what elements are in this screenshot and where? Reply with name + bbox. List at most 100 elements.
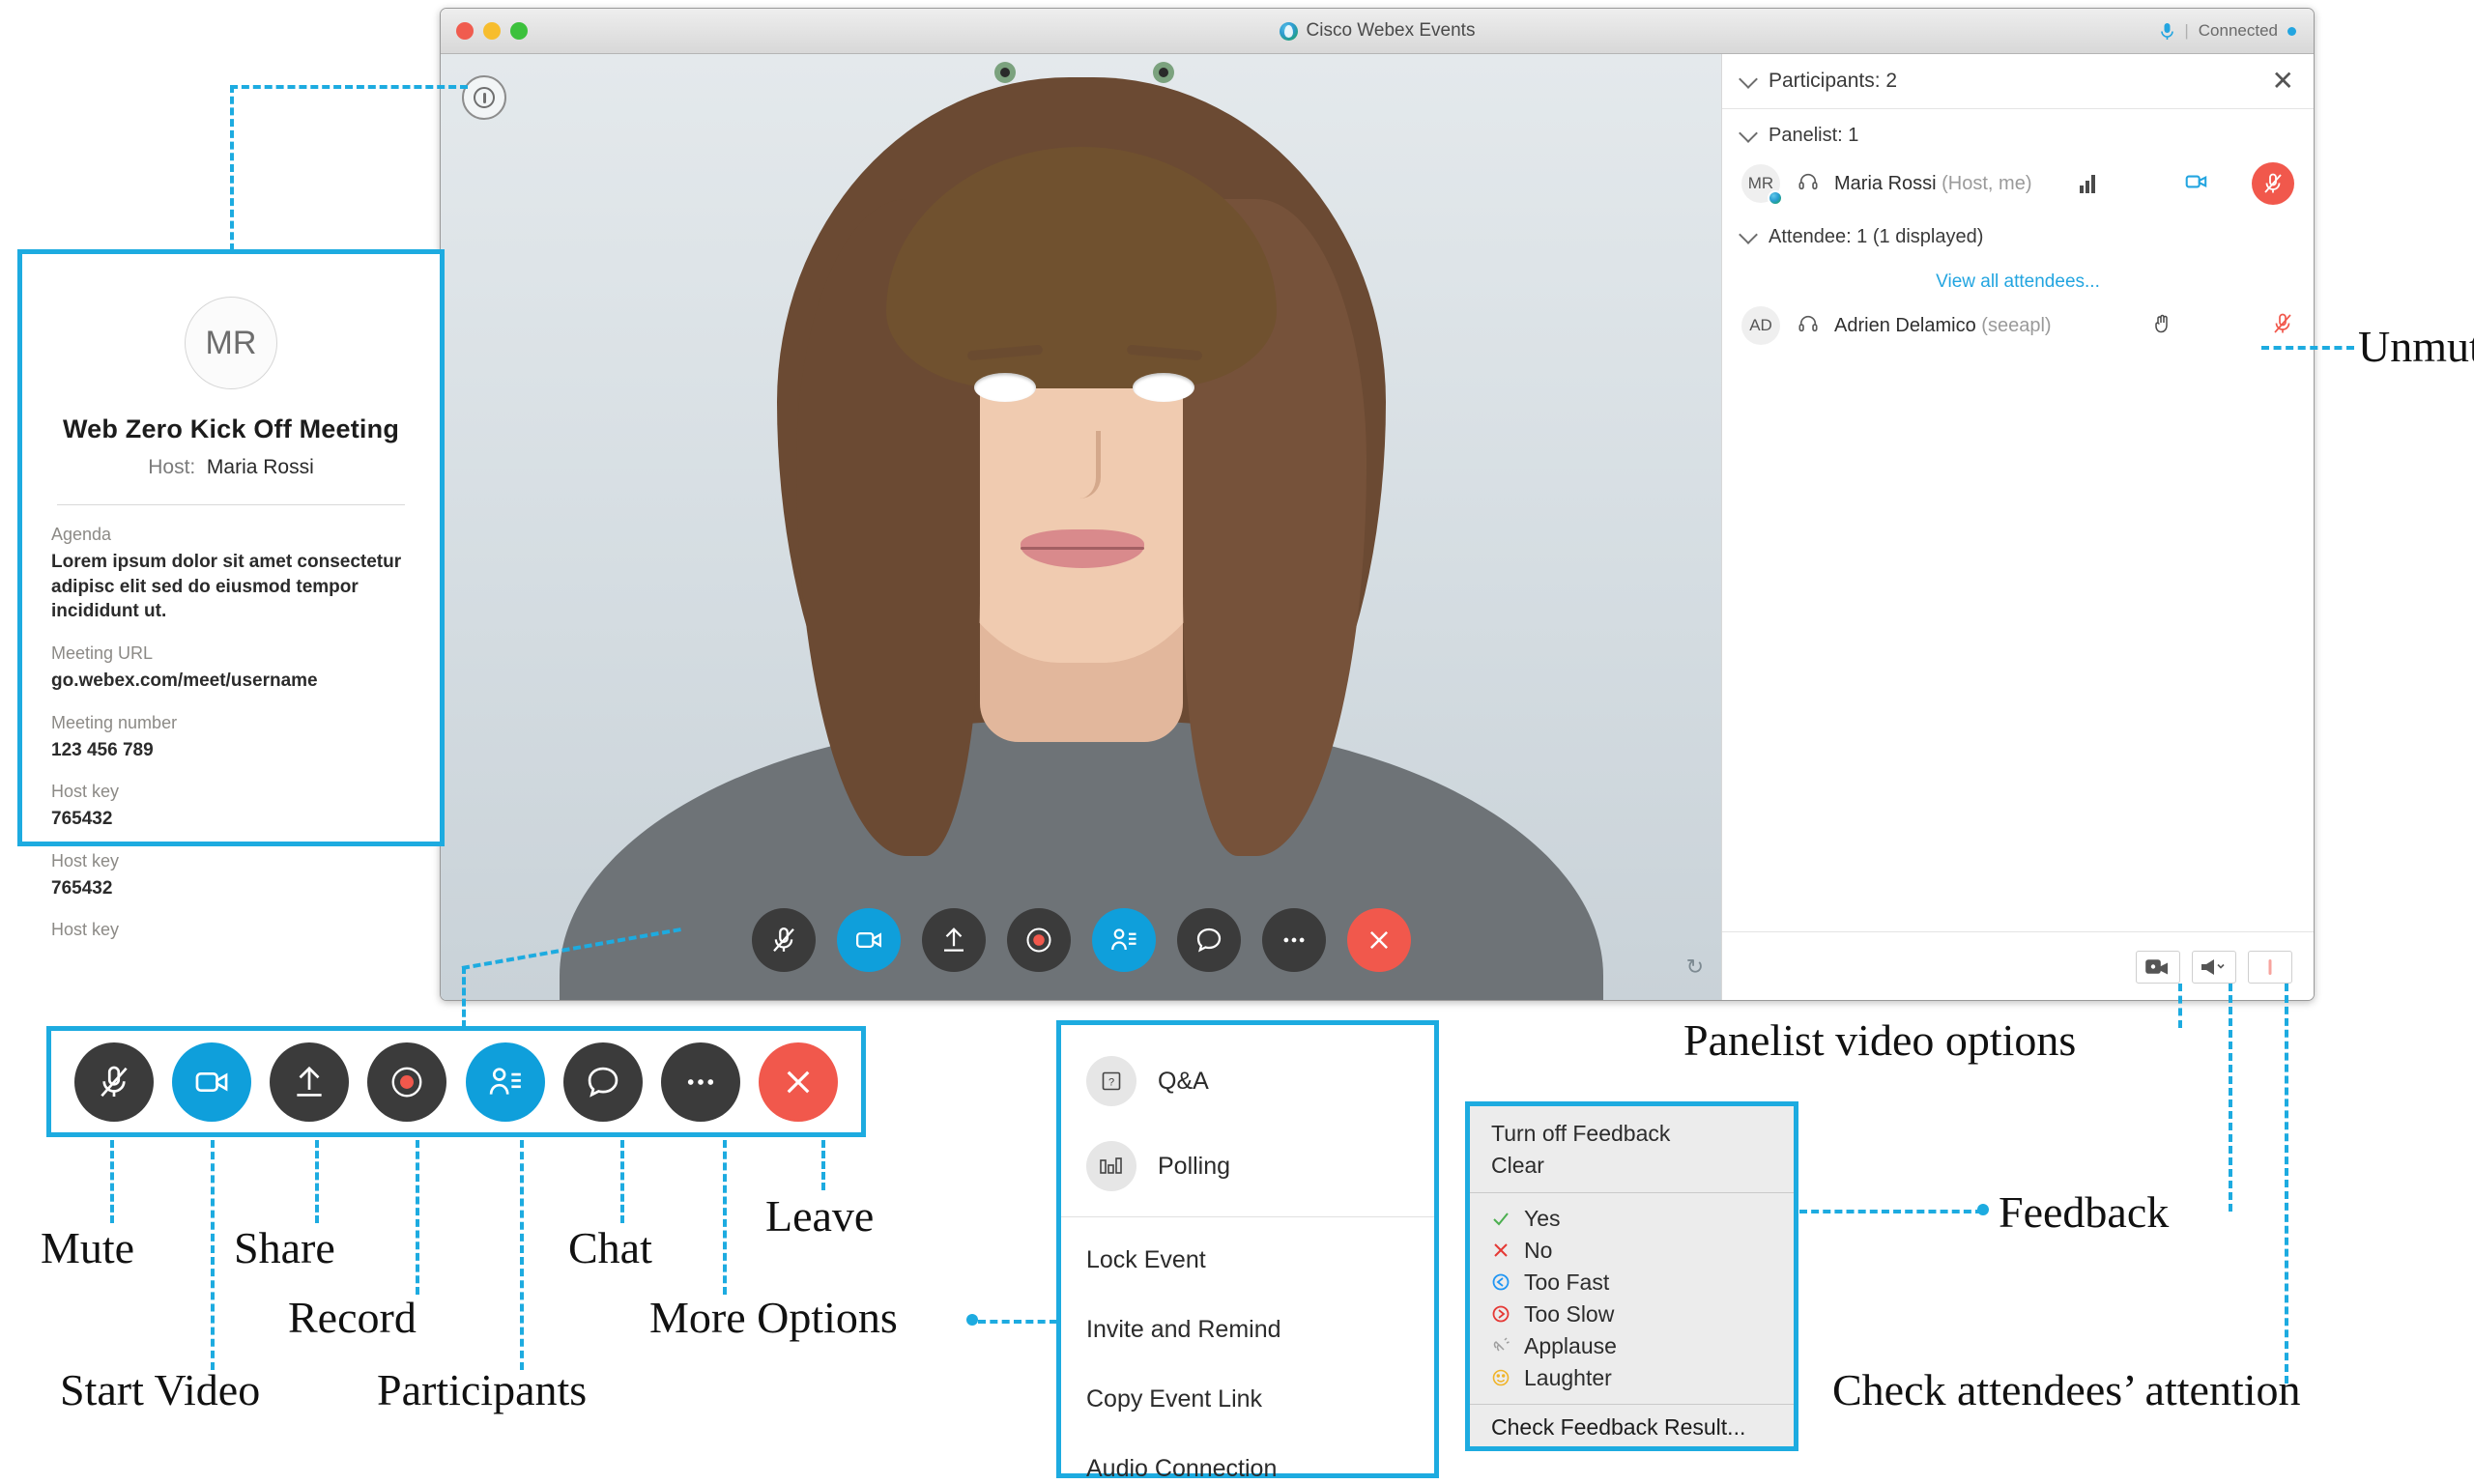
feedback-option-no[interactable]: No (1470, 1235, 1794, 1267)
chevron-down-icon[interactable] (1739, 69, 1758, 89)
participants-button-callout[interactable] (465, 1042, 545, 1122)
leader-chat (620, 1140, 624, 1223)
agenda-label: Agenda (51, 525, 112, 544)
menu-item-qa[interactable]: ? Q&A (1061, 1039, 1434, 1124)
leader-line-unmute (2261, 346, 2354, 350)
mute-button[interactable] (751, 908, 816, 972)
info-circle-icon (474, 87, 495, 108)
video-camera-icon (855, 932, 881, 948)
poll-bars-icon (1086, 1141, 1136, 1191)
participants-panel-footer (1722, 931, 2314, 1000)
feedback-menu-top: Turn off Feedback Clear (1470, 1106, 1794, 1192)
chat-button-callout[interactable] (562, 1042, 643, 1122)
menu-item-clear[interactable]: Clear (1491, 1150, 1772, 1182)
participants-count-label: Participants: 2 (1769, 70, 1898, 92)
app-body: ↻ Participants: 2 ✕ Panelist: 1 MR Maria… (441, 54, 2314, 1000)
leader-more (723, 1140, 727, 1295)
feedback-option-label: Too Fast (1524, 1269, 1610, 1295)
question-box-icon: ? (1086, 1056, 1136, 1106)
status-separator: | (2184, 21, 2189, 40)
participants-panel: Participants: 2 ✕ Panelist: 1 MR Maria R… (1721, 54, 2314, 1000)
menu-item-label: Copy Event Link (1086, 1384, 1263, 1413)
feedback-button[interactable] (2192, 950, 2236, 984)
connection-status-dot (2287, 26, 2296, 36)
participants-icon (489, 1067, 521, 1095)
window-title: Cisco Webex Events (1306, 20, 1476, 41)
host-key-value-1: 765432 (51, 809, 113, 830)
meeting-info-button[interactable] (462, 75, 506, 120)
check-attention-button[interactable] (2248, 950, 2292, 984)
video-camera-icon[interactable] (2184, 169, 2209, 199)
chat-bubble-icon (1196, 928, 1221, 953)
annotation-more-options: More Options (649, 1293, 898, 1342)
leader-panelist-video-options (2178, 984, 2182, 1028)
start-video-button-callout[interactable] (171, 1042, 251, 1122)
attendee-mute-icon[interactable] (2271, 312, 2294, 340)
raised-hand-icon (2151, 312, 2174, 340)
feedback-option-label: No (1524, 1237, 1553, 1263)
feedback-option-laughter[interactable]: Laughter (1470, 1362, 1794, 1394)
feedback-option-label: Yes (1524, 1205, 1561, 1231)
restore-layout-icon[interactable]: ↻ (1686, 955, 1704, 980)
camera-settings-icon (2145, 958, 2168, 974)
start-video-button[interactable] (836, 908, 901, 972)
panelist-video-options-button[interactable] (2136, 950, 2180, 984)
host-name: Maria Rossi (206, 456, 314, 478)
microphone-muted-icon (2264, 173, 2282, 193)
menu-item-turn-off-feedback[interactable]: Turn off Feedback (1491, 1118, 1772, 1150)
chevron-down-icon[interactable] (1739, 124, 1758, 143)
headset-icon (1798, 171, 1819, 197)
close-panel-button[interactable]: ✕ (2272, 68, 2294, 95)
close-x-icon (1369, 930, 1388, 950)
leader-line-info-h (230, 85, 468, 89)
feedback-option-too-slow[interactable]: Too Slow (1470, 1298, 1794, 1330)
record-button[interactable] (1006, 908, 1071, 972)
laughter-icon (1491, 1368, 1524, 1387)
attendee-count-label: Attendee: 1 (1 displayed) (1769, 226, 1984, 247)
panelist-section-header[interactable]: Panelist: 1 (1722, 109, 2314, 157)
share-button[interactable] (921, 908, 986, 972)
feedback-option-label: Too Slow (1524, 1300, 1615, 1327)
panelist-row[interactable]: MR Maria Rossi (Host, me) (1722, 157, 2314, 211)
leave-button[interactable] (1346, 908, 1411, 972)
chat-button[interactable] (1176, 908, 1241, 972)
mute-button-callout[interactable] (73, 1042, 154, 1122)
attendee-section-header[interactable]: Attendee: 1 (1 displayed) (1722, 211, 2314, 258)
annotation-panelist-video-options: Panelist video options (1683, 1015, 2077, 1065)
menu-item-copy-event-link[interactable]: Copy Event Link (1061, 1364, 1434, 1434)
participants-panel-header[interactable]: Participants: 2 ✕ (1722, 54, 2314, 109)
menu-item-check-feedback-result[interactable]: Check Feedback Result... (1470, 1405, 1794, 1450)
menu-item-invite-and-remind[interactable]: Invite and Remind (1061, 1295, 1434, 1364)
applause-icon (1491, 1336, 1524, 1356)
record-button-callout[interactable] (367, 1042, 447, 1122)
menu-item-audio-connection[interactable]: Audio Connection (1061, 1434, 1434, 1484)
meeting-url-label: Meeting URL (51, 642, 154, 663)
meeting-control-bar[interactable] (751, 908, 1411, 972)
leader-check-attention (2285, 984, 2288, 1384)
panelist-count-label: Panelist: 1 (1769, 125, 1859, 146)
more-options-button-callout[interactable] (661, 1042, 741, 1122)
feedback-option-applause[interactable]: Applause (1470, 1330, 1794, 1362)
leave-button-callout[interactable] (759, 1042, 839, 1122)
attention-indicator-icon (2268, 958, 2272, 975)
feedback-option-yes[interactable]: Yes (1470, 1203, 1794, 1235)
leader-record (416, 1140, 419, 1295)
menu-item-label: Lock Event (1086, 1245, 1206, 1273)
share-button-callout[interactable] (270, 1042, 350, 1122)
menu-item-polling[interactable]: Polling (1061, 1124, 1434, 1209)
chevron-down-icon[interactable] (1739, 225, 1758, 244)
attendee-row[interactable]: AD Adrien Delamico (seeapl) (1722, 299, 2314, 353)
leader-dot-more-options (966, 1314, 978, 1326)
fast-icon (1491, 1272, 1524, 1292)
agenda-value: Lorem ipsum dolor sit amet consectetur a… (51, 552, 402, 622)
mute-indicator-button[interactable] (2252, 162, 2294, 205)
feedback-option-label: Applause (1524, 1332, 1617, 1358)
megaphone-chevron-icon (2201, 958, 2225, 975)
view-all-attendees-link[interactable]: View all attendees... (1722, 258, 2314, 299)
more-options-button[interactable] (1261, 908, 1326, 972)
feedback-option-too-fast[interactable]: Too Fast (1470, 1267, 1794, 1298)
participants-button[interactable] (1091, 908, 1156, 972)
menu-item-lock-event[interactable]: Lock Event (1061, 1225, 1434, 1295)
leader-feedback-btn (2229, 984, 2232, 1212)
window-title-group: Cisco Webex Events (441, 20, 2314, 42)
